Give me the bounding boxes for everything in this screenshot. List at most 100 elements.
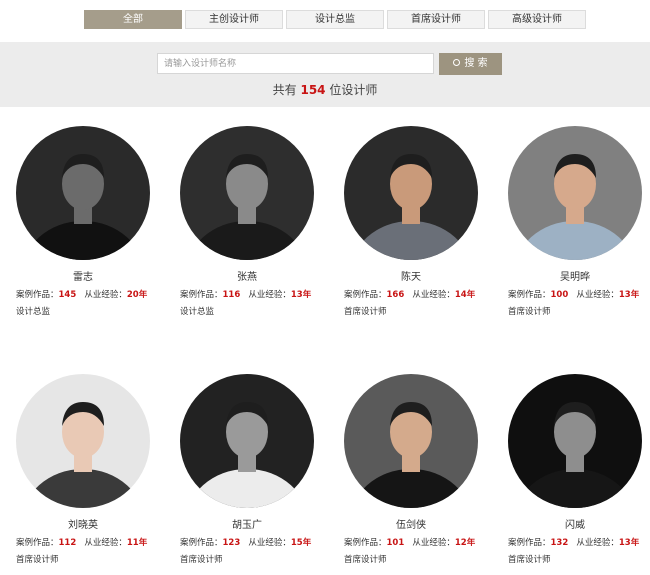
- works-count: 123: [222, 538, 241, 548]
- experience-years: 14: [454, 290, 467, 300]
- designer-card[interactable]: 伍剑侠 案例作品：101 从业经验：12年 首席设计师: [344, 374, 504, 565]
- designer-stats: 案例作品：166 从业经验：14年: [344, 288, 504, 300]
- experience-label: 从业经验：: [248, 538, 291, 548]
- count-prefix: 共有: [272, 83, 297, 97]
- designer-avatar[interactable]: [508, 126, 642, 260]
- year-unit: 年: [630, 538, 640, 548]
- experience-years: 15: [290, 538, 303, 548]
- designer-photo: [23, 402, 143, 508]
- designer-title: 首席设计师: [508, 307, 551, 317]
- tab-lead-designer[interactable]: 主创设计师: [185, 10, 283, 29]
- designer-stats: 案例作品：145 从业经验：20年: [16, 288, 176, 300]
- experience-years: 13: [618, 538, 631, 548]
- designer-avatar[interactable]: [344, 374, 478, 508]
- designer-name[interactable]: 雷志: [16, 268, 150, 283]
- experience-years: 13: [290, 290, 303, 300]
- works-count: 132: [550, 538, 569, 548]
- designer-photo: [187, 154, 307, 260]
- designer-card[interactable]: 雷志 案例作品：145 从业经验：20年 设计总监: [16, 126, 176, 317]
- works-label: 案例作品：: [180, 538, 223, 548]
- designer-stats: 案例作品：116 从业经验：13年: [180, 288, 340, 300]
- designer-stats: 案例作品：112 从业经验：11年: [16, 536, 176, 548]
- designer-name[interactable]: 陈天: [344, 268, 478, 283]
- designer-name[interactable]: 刘晓英: [16, 516, 150, 531]
- designer-title: 首席设计师: [344, 307, 387, 317]
- designer-count: 共有 154 位设计师: [0, 81, 650, 98]
- experience-label: 从业经验：: [576, 290, 619, 300]
- works-label: 案例作品：: [508, 290, 551, 300]
- works-count: 101: [386, 538, 405, 548]
- count-value: 154: [300, 83, 326, 97]
- works-label: 案例作品：: [180, 290, 223, 300]
- year-unit: 年: [466, 538, 476, 548]
- works-count: 100: [550, 290, 569, 300]
- designer-name[interactable]: 张燕: [180, 268, 314, 283]
- year-unit: 年: [138, 538, 148, 548]
- count-suffix: 位设计师: [329, 83, 378, 97]
- designer-name[interactable]: 伍剑侠: [344, 516, 478, 531]
- designer-photo: [515, 402, 635, 508]
- designer-stats: 案例作品：101 从业经验：12年: [344, 536, 504, 548]
- designer-name[interactable]: 闪威: [508, 516, 642, 531]
- experience-label: 从业经验：: [84, 290, 127, 300]
- designer-stats: 案例作品：123 从业经验：15年: [180, 536, 340, 548]
- designer-stats: 案例作品：100 从业经验：13年: [508, 288, 650, 300]
- designer-avatar[interactable]: [344, 126, 478, 260]
- search-band: 请输入设计师名称 搜 索 共有 154 位设计师: [0, 42, 650, 107]
- designer-title: 首席设计师: [508, 555, 551, 565]
- designer-stats: 案例作品：132 从业经验：13年: [508, 536, 650, 548]
- tab-all[interactable]: 全部: [84, 10, 182, 29]
- tab-design-director[interactable]: 设计总监: [286, 10, 384, 29]
- works-count: 112: [58, 538, 77, 548]
- designer-name[interactable]: 胡玉广: [180, 516, 314, 531]
- designer-photo: [187, 402, 307, 508]
- works-label: 案例作品：: [508, 538, 551, 548]
- designer-card[interactable]: 闪威 案例作品：132 从业经验：13年 首席设计师: [508, 374, 650, 565]
- designer-title: 设计总监: [180, 307, 215, 317]
- experience-label: 从业经验：: [84, 538, 127, 548]
- designer-name[interactable]: 吴明晔: [508, 268, 642, 283]
- year-unit: 年: [466, 290, 476, 300]
- experience-label: 从业经验：: [248, 290, 291, 300]
- designer-title: 设计总监: [16, 307, 51, 317]
- search-button[interactable]: 搜 索: [439, 53, 502, 75]
- tab-chief-designer[interactable]: 首席设计师: [387, 10, 485, 29]
- designer-card[interactable]: 张燕 案例作品：116 从业经验：13年 设计总监: [180, 126, 340, 317]
- tab-senior-designer[interactable]: 高级设计师: [488, 10, 586, 29]
- works-label: 案例作品：: [16, 538, 59, 548]
- works-count: 145: [58, 290, 77, 300]
- designer-category-tabs: 全部 主创设计师 设计总监 首席设计师 高级设计师: [84, 10, 586, 29]
- designer-avatar[interactable]: [16, 126, 150, 260]
- works-count: 116: [222, 290, 241, 300]
- works-label: 案例作品：: [344, 538, 387, 548]
- designer-title: 首席设计师: [180, 555, 223, 565]
- year-unit: 年: [138, 290, 148, 300]
- designer-card[interactable]: 胡玉广 案例作品：123 从业经验：15年 首席设计师: [180, 374, 340, 565]
- designer-avatar[interactable]: [16, 374, 150, 508]
- experience-label: 从业经验：: [412, 538, 455, 548]
- experience-years: 20: [126, 290, 139, 300]
- experience-years: 11: [126, 538, 139, 548]
- designer-photo: [23, 154, 143, 260]
- designer-photo: [515, 154, 635, 260]
- search-icon: [453, 58, 461, 66]
- designer-avatar[interactable]: [180, 374, 314, 508]
- year-unit: 年: [630, 290, 640, 300]
- works-count: 166: [386, 290, 405, 300]
- designer-card[interactable]: 陈天 案例作品：166 从业经验：14年 首席设计师: [344, 126, 504, 317]
- designer-card[interactable]: 吴明晔 案例作品：100 从业经验：13年 首席设计师: [508, 126, 650, 317]
- designer-photo: [351, 154, 471, 260]
- experience-label: 从业经验：: [412, 290, 455, 300]
- designer-title: 首席设计师: [344, 555, 387, 565]
- designer-avatar[interactable]: [508, 374, 642, 508]
- works-label: 案例作品：: [16, 290, 59, 300]
- designer-card[interactable]: 刘晓英 案例作品：112 从业经验：11年 首席设计师: [16, 374, 176, 565]
- designer-title: 首席设计师: [16, 555, 59, 565]
- experience-label: 从业经验：: [576, 538, 619, 548]
- experience-years: 13: [618, 290, 631, 300]
- search-input[interactable]: 请输入设计师名称: [157, 53, 434, 74]
- experience-years: 12: [454, 538, 467, 548]
- designer-avatar[interactable]: [180, 126, 314, 260]
- year-unit: 年: [302, 290, 312, 300]
- year-unit: 年: [302, 538, 312, 548]
